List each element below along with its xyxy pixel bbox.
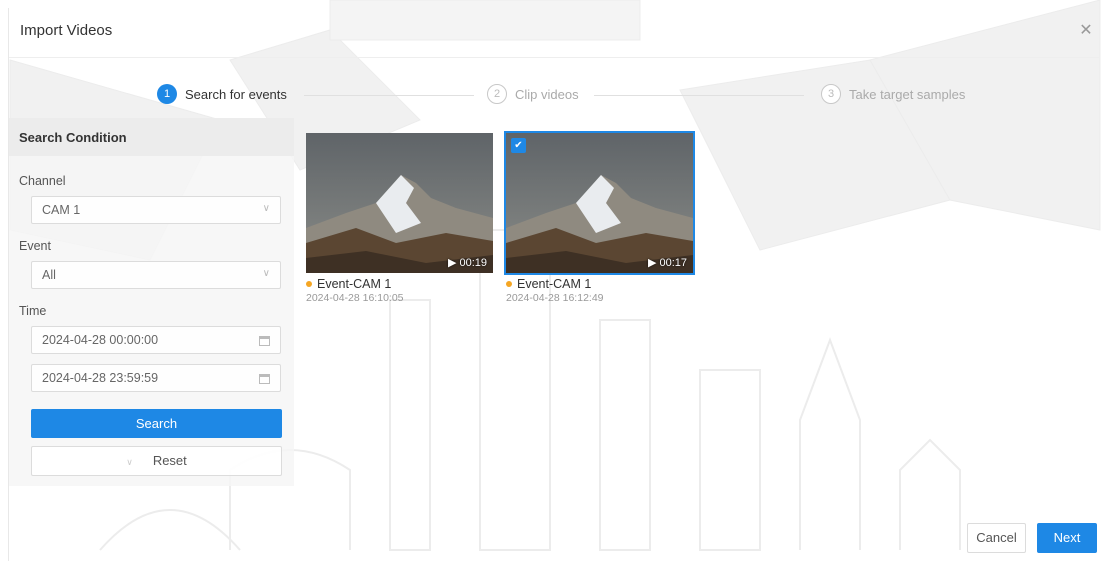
calendar-icon[interactable] — [259, 336, 270, 346]
step-label: Search for events — [185, 86, 287, 102]
step-number: 2 — [487, 84, 507, 104]
step-connector — [304, 95, 474, 96]
step-clip-videos: 2 Clip videos — [487, 84, 579, 104]
next-button[interactable]: Next — [1037, 523, 1097, 553]
reset-button[interactable]: ∨ Reset — [31, 446, 282, 476]
cancel-button[interactable]: Cancel — [967, 523, 1026, 553]
step-number: 1 — [157, 84, 177, 104]
step-label: Clip videos — [515, 86, 579, 102]
time-label: Time — [19, 304, 47, 318]
event-label: Event — [19, 239, 51, 253]
video-duration: ▶ 00:17 — [647, 257, 687, 269]
calendar-icon[interactable] — [259, 374, 270, 384]
event-select[interactable]: All ∨ — [31, 261, 281, 289]
dialog-title: Import Videos — [20, 22, 113, 39]
video-timestamp: 2024-04-28 16:10:05 — [306, 292, 404, 304]
import-videos-dialog: Import Videos ✕ 1 Search for events 2 Cl… — [8, 8, 1099, 561]
video-name: Event-CAM 1 — [306, 277, 493, 291]
video-thumbnail[interactable]: ▶ 00:19 — [306, 133, 493, 273]
video-duration: ▶ 00:19 — [447, 257, 487, 269]
chevron-down-icon: ∨ — [262, 268, 270, 279]
stepper: 1 Search for events 2 Clip videos 3 Take… — [9, 84, 1099, 108]
step-take-samples: 3 Take target samples — [821, 84, 965, 104]
video-timestamp: 2024-04-28 16:12:49 — [506, 292, 604, 304]
mountain-image — [506, 133, 693, 273]
video-thumbnail[interactable]: ✔ ▶ 00:17 — [504, 131, 695, 275]
channel-value: CAM 1 — [42, 203, 81, 217]
video-card[interactable]: ▶ 00:19 Event-CAM 1 2024-04-28 16:10:05 — [306, 133, 493, 304]
dialog-titlebar: Import Videos ✕ — [9, 8, 1099, 58]
search-condition-header: Search Condition — [9, 118, 294, 156]
channel-select[interactable]: CAM 1 ∨ — [31, 196, 281, 224]
step-label: Take target samples — [849, 86, 966, 102]
step-number: 3 — [821, 84, 841, 104]
start-time-value: 2024-04-28 00:00:00 — [42, 333, 159, 347]
dialog-footer: Cancel Next — [9, 521, 1099, 561]
start-time-input[interactable]: 2024-04-28 00:00:00 — [31, 326, 281, 354]
channel-label: Channel — [19, 174, 66, 188]
end-time-input[interactable]: 2024-04-28 23:59:59 — [31, 364, 281, 392]
checkbox-checked-icon[interactable]: ✔ — [511, 138, 526, 153]
close-icon[interactable]: ✕ — [1077, 22, 1095, 40]
reset-icon: ∨ — [126, 457, 133, 467]
chevron-down-icon: ∨ — [262, 203, 270, 214]
step-search-events: 1 Search for events — [157, 84, 287, 104]
video-card[interactable]: ✔ ▶ 00:17 Event-CAM 1 2024-04-28 16:12:4… — [504, 131, 695, 304]
search-condition-panel: Search Condition Channel CAM 1 ∨ Event A… — [9, 118, 294, 486]
mountain-image — [306, 133, 493, 273]
end-time-value: 2024-04-28 23:59:59 — [42, 371, 159, 385]
search-button[interactable]: Search — [31, 409, 282, 438]
event-dot-icon — [306, 281, 312, 287]
step-connector — [594, 95, 804, 96]
event-value: All — [42, 268, 56, 282]
event-dot-icon — [506, 281, 512, 287]
reset-label: Reset — [152, 453, 187, 468]
video-name: Event-CAM 1 — [506, 277, 693, 291]
